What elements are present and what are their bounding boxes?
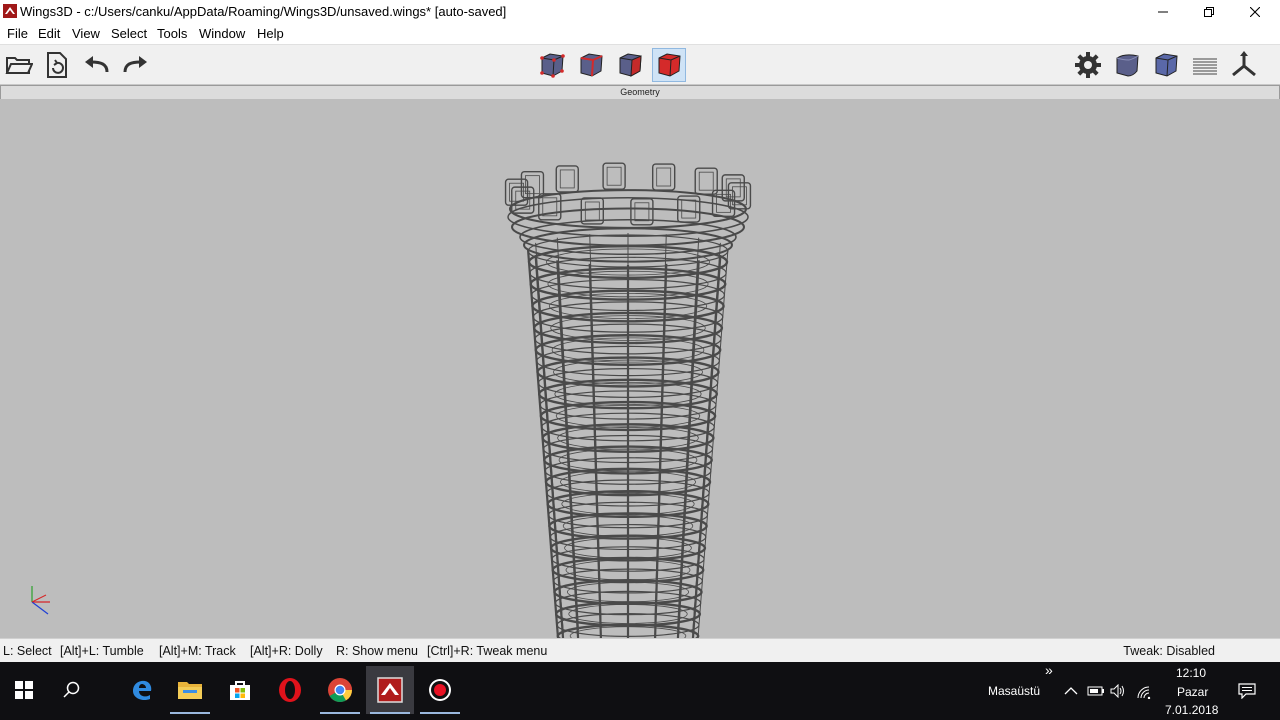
redo-icon: [123, 56, 147, 73]
hint-tweak-menu: [Ctrl]+R: Tweak menu: [427, 644, 548, 658]
smooth-preview-button[interactable]: [1110, 48, 1144, 82]
undo-button[interactable]: [80, 48, 114, 82]
clock-time[interactable]: 12:10: [1176, 666, 1206, 680]
face-mode-button[interactable]: [613, 48, 647, 82]
hint-show-menu: R: Show menu: [336, 644, 418, 658]
edge-mode-icon: [580, 53, 603, 77]
gear-icon: [1075, 52, 1101, 78]
menu-window[interactable]: Window: [199, 26, 245, 41]
status-bar: L: Select [Alt]+L: Tumble [Alt]+M: Track…: [0, 638, 1280, 663]
title-bar: Wings3D - c:/Users/canku/AppData/Roaming…: [0, 0, 1280, 24]
minimize-icon: [1158, 11, 1168, 13]
clock-day[interactable]: Pazar: [1177, 685, 1208, 699]
opera-icon: [279, 678, 301, 702]
undo-icon: [85, 56, 109, 73]
taskbar-edge[interactable]: [118, 666, 166, 714]
menu-view[interactable]: View: [72, 26, 100, 41]
edge-mode-button[interactable]: [574, 48, 608, 82]
preferences-button[interactable]: [1071, 48, 1105, 82]
axes-button[interactable]: [1227, 48, 1261, 82]
taskbar-opera[interactable]: [266, 666, 314, 714]
geometry-viewport[interactable]: [0, 99, 1280, 638]
hint-dolly: [Alt]+R: Dolly: [250, 644, 323, 658]
restore-button[interactable]: [1186, 0, 1232, 24]
menu-help[interactable]: Help: [257, 26, 284, 41]
store-icon: [230, 681, 250, 700]
start-button[interactable]: [0, 666, 48, 714]
menu-tools[interactable]: Tools: [157, 26, 187, 41]
notifications-icon[interactable]: [1238, 683, 1256, 699]
restore-icon: [1204, 7, 1214, 17]
wireframe-toggle-button[interactable]: [1149, 48, 1183, 82]
windows-taskbar: » Masaüstü 12:10 Pazar 7.01.2018: [0, 662, 1280, 720]
search-icon: [63, 681, 80, 698]
taskbar-chrome[interactable]: [316, 666, 364, 714]
smooth-preview-icon: [1116, 54, 1139, 77]
body-mode-icon: [658, 53, 681, 77]
open-button[interactable]: [2, 48, 36, 82]
tray-overflow-chevron[interactable]: »: [1045, 662, 1053, 678]
windows-start-icon: [15, 681, 33, 699]
minimize-button[interactable]: [1140, 0, 1186, 24]
save-icon: [47, 52, 67, 78]
chevron-up-icon[interactable]: [1064, 686, 1078, 696]
ground-plane-icon: [1193, 58, 1217, 75]
save-button[interactable]: [40, 48, 74, 82]
axis-gizmo-icon: [31, 586, 50, 615]
close-icon: [1250, 7, 1260, 17]
desktop-toolbar-label[interactable]: Masaüstü: [988, 684, 1040, 698]
face-mode-icon: [619, 53, 642, 77]
hint-track: [Alt]+M: Track: [159, 644, 236, 658]
toolbar: [0, 45, 1280, 85]
vertex-mode-icon: [540, 53, 565, 78]
file-explorer-icon: [178, 682, 202, 699]
hint-tumble: [Alt]+L: Tumble: [60, 644, 144, 658]
ground-plane-button[interactable]: [1188, 48, 1222, 82]
body-mode-button[interactable]: [652, 48, 686, 82]
menu-edit[interactable]: Edit: [38, 26, 60, 41]
taskbar-recorder[interactable]: [416, 666, 464, 714]
viewport-header: Geometry: [0, 85, 1280, 100]
menu-select[interactable]: Select: [111, 26, 147, 41]
redo-button[interactable]: [118, 48, 152, 82]
wireframe-cube-icon: [1155, 53, 1178, 77]
open-folder-icon: [5, 57, 33, 74]
taskbar-store[interactable]: [216, 666, 264, 714]
taskbar-wings3d[interactable]: [366, 666, 414, 714]
vertex-mode-button[interactable]: [535, 48, 569, 82]
tweak-status: Tweak: Disabled: [1123, 644, 1215, 658]
menu-file[interactable]: File: [7, 26, 28, 41]
edge-icon: [133, 680, 152, 701]
recorder-icon: [429, 679, 451, 701]
chrome-icon: [328, 678, 352, 703]
close-button[interactable]: [1232, 0, 1278, 24]
volume-icon[interactable]: [1110, 684, 1128, 698]
battery-icon[interactable]: [1087, 685, 1105, 697]
search-button[interactable]: [48, 666, 96, 714]
window-title: Wings3D - c:/Users/canku/AppData/Roaming…: [20, 4, 507, 19]
viewport-title: Geometry: [620, 87, 660, 97]
menu-bar: File Edit View Select Tools Window Help: [0, 24, 1280, 45]
hint-select: L: Select: [3, 644, 52, 658]
wifi-icon[interactable]: [1136, 685, 1152, 699]
taskbar-file-explorer[interactable]: [166, 666, 214, 714]
axes-icon: [1232, 51, 1256, 77]
wings3d-logo-icon: [3, 4, 17, 18]
clock-date[interactable]: 7.01.2018: [1165, 703, 1218, 717]
tower-wireframe[interactable]: [0, 99, 1280, 638]
tower-mesh: [504, 162, 752, 638]
wings3d-icon: [377, 677, 403, 703]
